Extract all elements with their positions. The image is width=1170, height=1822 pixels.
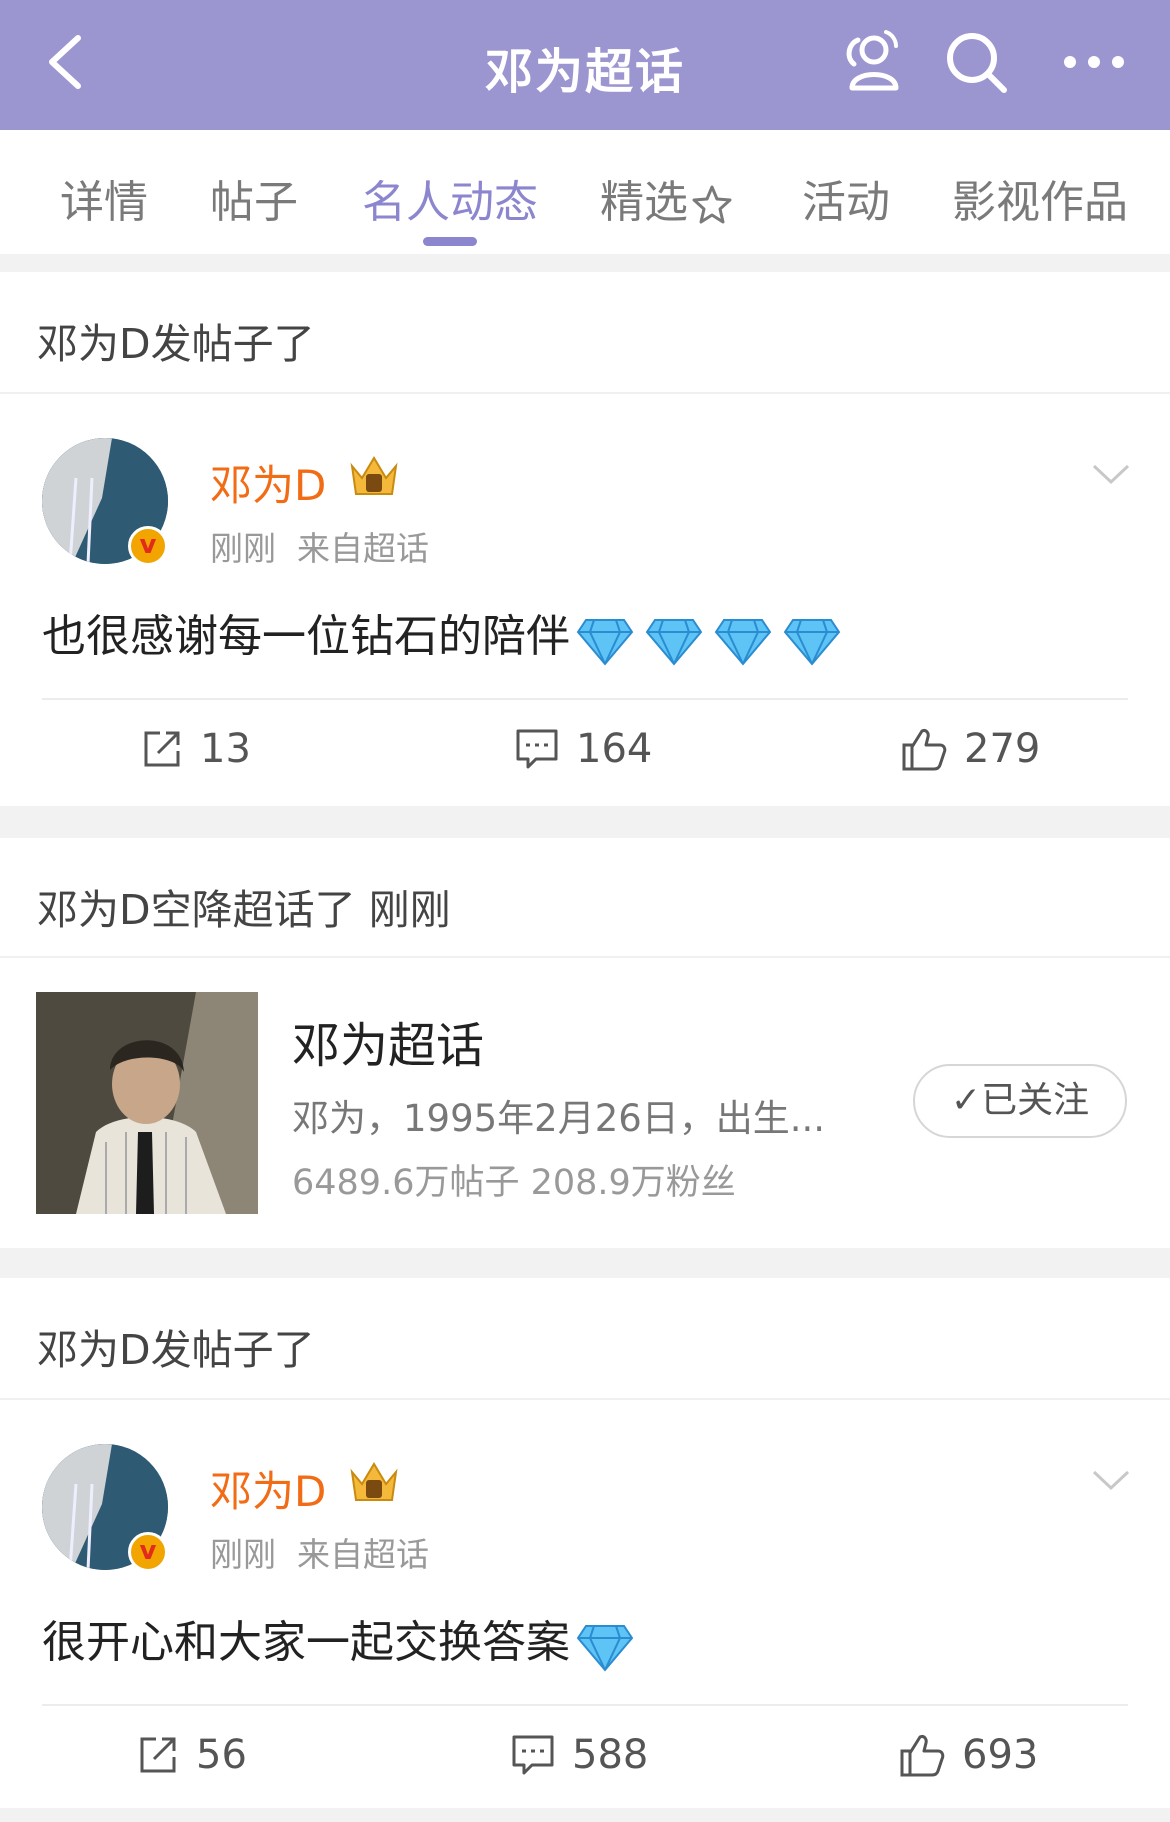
like-count: 279 — [964, 726, 1041, 772]
post-time: 刚刚 — [210, 529, 276, 568]
community-icon[interactable] — [834, 26, 906, 98]
diamond-icon — [714, 618, 772, 666]
comment-count: 164 — [576, 726, 653, 772]
thumbs-up-icon — [902, 729, 947, 771]
comment-button[interactable]: 588 — [510, 1730, 648, 1778]
post-text-content: 也很感谢每一位钻石的陪伴 — [42, 611, 570, 662]
topic-cover-photo — [36, 992, 258, 1214]
post-card: 邓为D发帖子了 v 邓为D 刚刚 来自超话 很开心和大家一起交换答案 56 58… — [0, 1278, 1170, 1808]
post-time: 刚刚 — [210, 1535, 276, 1574]
tab-activities[interactable]: 活动 — [802, 166, 890, 230]
chevron-down-icon[interactable] — [1090, 1466, 1132, 1494]
repost-icon — [140, 1737, 176, 1773]
topic-name[interactable]: 邓为超话 — [292, 1006, 484, 1076]
active-tab-indicator — [423, 237, 477, 246]
section-header: 邓为D发帖子了 — [37, 1326, 315, 1374]
section-header: 邓为D发帖子了 — [37, 320, 315, 368]
post-source: 来自超话 — [296, 1535, 429, 1574]
chevron-down-icon[interactable] — [1090, 460, 1132, 488]
topic-cover-image[interactable] — [36, 992, 258, 1214]
more-icon[interactable] — [1058, 26, 1130, 98]
diamond-icon — [645, 618, 703, 666]
post-meta: 刚刚 来自超话 — [210, 522, 429, 570]
comment-count: 588 — [572, 1732, 649, 1778]
tab-celebrity-updates[interactable]: 名人动态 — [362, 166, 538, 230]
post-card: 邓为D发帖子了 v 邓为D 刚刚 来自超话 也很感谢每一位钻石的陪伴 13 16… — [0, 272, 1170, 806]
repost-icon — [144, 731, 180, 767]
repost-count: 13 — [200, 726, 251, 772]
thumbs-up-icon — [900, 1735, 945, 1777]
repost-button[interactable]: 13 — [140, 724, 251, 772]
comment-button[interactable]: 164 — [514, 724, 652, 772]
comment-icon — [516, 729, 558, 769]
post-text: 也很感谢每一位钻石的陪伴 — [42, 600, 852, 666]
section-header: 邓为D空降超话了 刚刚 — [37, 886, 451, 934]
crown-badge-icon — [350, 1462, 398, 1501]
tab-featured[interactable]: 精选 — [600, 166, 734, 230]
post-source: 来自超话 — [296, 529, 429, 568]
verified-badge-icon: v — [128, 1532, 168, 1572]
tab-featured-label: 精选 — [600, 177, 688, 228]
topic-stats: 6489.6万帖子 208.9万粉丝 — [292, 1163, 736, 1203]
tab-posts[interactable]: 帖子 — [210, 166, 298, 230]
post-text-content: 很开心和大家一起交换答案 — [42, 1617, 570, 1668]
diamond-icon — [576, 1624, 634, 1672]
top-nav-bar: 邓为超话 — [0, 0, 1170, 130]
diamond-icon — [783, 618, 841, 666]
diamond-icon — [576, 618, 634, 666]
topic-card: 邓为D空降超话了 刚刚 邓为超话 邓为，1995年2月26日，出生... 648… — [0, 838, 1170, 1248]
username[interactable]: 邓为D — [210, 1458, 326, 1519]
tab-details[interactable]: 详情 — [60, 166, 148, 230]
comment-icon — [512, 1735, 554, 1775]
like-button[interactable]: 693 — [898, 1730, 1038, 1779]
verified-badge-icon: v — [128, 526, 168, 566]
check-icon: ✓ — [950, 1080, 982, 1121]
repost-button[interactable]: 56 — [136, 1730, 247, 1778]
like-button[interactable]: 279 — [900, 724, 1040, 773]
like-count: 693 — [962, 1732, 1039, 1778]
sparkle-star-icon — [692, 185, 732, 224]
crown-badge-icon — [350, 456, 398, 495]
repost-count: 56 — [196, 1732, 247, 1778]
tab-bar: 详情 帖子 名人动态 精选 活动 影视作品 — [0, 130, 1170, 254]
post-meta: 刚刚 来自超话 — [210, 1528, 429, 1576]
topic-description: 邓为，1995年2月26日，出生... — [292, 1097, 826, 1140]
diamond-emojis — [576, 613, 852, 666]
followed-button[interactable]: ✓已关注 — [913, 1064, 1127, 1138]
diamond-emojis — [576, 1619, 645, 1672]
followed-label: 已关注 — [981, 1080, 1090, 1121]
username[interactable]: 邓为D — [210, 452, 326, 513]
post-text: 很开心和大家一起交换答案 — [42, 1606, 645, 1672]
search-icon[interactable] — [940, 26, 1012, 98]
tab-film-works[interactable]: 影视作品 — [952, 166, 1128, 230]
